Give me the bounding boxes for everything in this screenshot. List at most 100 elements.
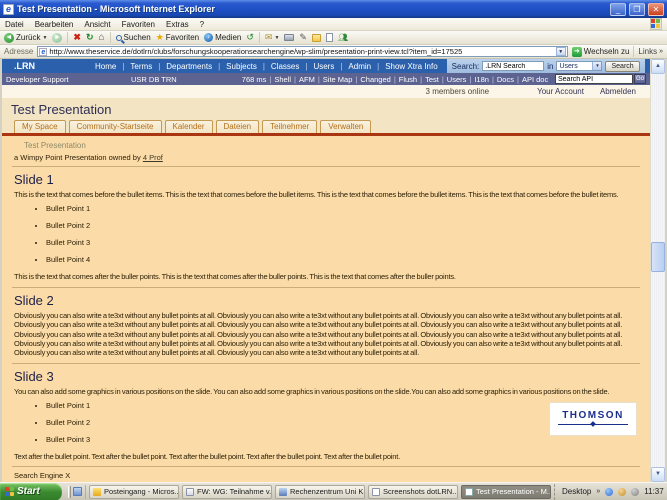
menu-bar: Datei Bearbeiten Ansicht Favoriten Extras? <box>0 18 667 31</box>
back-button[interactable]: ◄Zurück▼ <box>4 33 47 43</box>
favorites-button[interactable]: ★Favoriten <box>156 32 199 43</box>
search-scope-value: Users <box>559 63 577 70</box>
menu-item[interactable]: Favoriten <box>122 20 155 29</box>
discuss-button[interactable] <box>312 34 321 42</box>
breadcrumb: Test Presentation <box>12 138 640 152</box>
navbar-link[interactable]: Admin <box>345 62 382 71</box>
research-button[interactable] <box>326 33 333 42</box>
back-dropdown-icon[interactable]: ▼ <box>42 35 47 41</box>
edit-button[interactable]: ✎ <box>299 32 307 43</box>
search-submit-button[interactable]: Search <box>605 61 639 72</box>
taskbar-button[interactable]: Screenshots dotLRN... <box>368 485 458 499</box>
developer-links: 768 msShellAFMSite MapChangedFlushTestUs… <box>241 75 555 84</box>
navbar-link[interactable]: Terms <box>127 62 163 71</box>
quick-launch <box>65 485 86 499</box>
developer-link[interactable]: Site Map <box>323 75 361 84</box>
search-scope-select[interactable]: Users ▼ <box>556 61 602 71</box>
forward-button[interactable]: ► <box>52 33 62 43</box>
bullet-item: Bullet Point 1 <box>46 204 640 213</box>
developer-link[interactable]: 768 ms <box>242 75 275 84</box>
community-tabs: My SpaceCommunity-StartseiteKalenderDate… <box>11 120 650 133</box>
desktop-toolbar-label[interactable]: Desktop <box>562 487 591 496</box>
tray-icon-volume[interactable] <box>618 488 626 496</box>
menu-item[interactable]: Bearbeiten <box>35 20 74 29</box>
forward-icon: ► <box>52 33 62 43</box>
developer-link[interactable]: Flush <box>399 75 425 84</box>
developer-link[interactable]: I18n <box>474 75 497 84</box>
your-account-link[interactable]: Your Account <box>537 87 584 96</box>
lrn-search-input[interactable] <box>482 61 544 71</box>
developer-link[interactable]: Test <box>425 75 447 84</box>
search-toolbar-button[interactable]: Suchen <box>116 33 151 42</box>
scroll-down-arrow[interactable]: ▼ <box>651 467 665 482</box>
scroll-up-arrow[interactable]: ▲ <box>651 59 665 74</box>
tab[interactable]: Dateien <box>216 120 260 133</box>
messenger-button[interactable]: 👥︎ <box>338 33 348 42</box>
minimize-button[interactable]: _ <box>610 3 626 16</box>
taskbar-button[interactable]: Rechenzentrum Uni K... <box>275 485 365 499</box>
home-button[interactable]: ⌂ <box>99 32 105 43</box>
links-toolbar[interactable]: Links» <box>638 47 663 56</box>
menu-item[interactable]: Ansicht <box>84 20 110 29</box>
navbar-link[interactable]: Home <box>92 62 127 71</box>
taskbar-button[interactable]: Test Presentation - M... <box>461 485 551 499</box>
go-button[interactable]: ➜Wechseln zu <box>572 47 630 57</box>
quick-launch-icon[interactable] <box>73 487 82 496</box>
edit-icon: ✎ <box>299 32 307 43</box>
navbar-link[interactable]: Classes <box>268 62 311 71</box>
stop-button[interactable]: ✖ <box>73 32 81 43</box>
history-button[interactable]: ↺ <box>246 32 254 43</box>
tray-icon-misc[interactable] <box>631 488 639 496</box>
developer-link[interactable]: Shell <box>274 75 299 84</box>
divider <box>12 166 640 167</box>
menu-item[interactable]: Extras <box>166 20 189 29</box>
address-dropdown-icon[interactable]: ▼ <box>556 47 566 56</box>
mail-button[interactable]: ✉▼ <box>265 32 280 43</box>
toolbar-grip[interactable] <box>68 486 71 498</box>
start-button[interactable]: Start <box>0 483 62 500</box>
dotlrn-logo[interactable]: .LRN <box>2 59 92 73</box>
tab[interactable]: Verwalten <box>320 120 371 133</box>
developer-link[interactable]: AFM <box>299 75 323 84</box>
navbar-link[interactable]: Show Xtra Info <box>382 62 446 71</box>
navbar-links: HomeTermsDepartmentsSubjectsClassesUsers… <box>92 59 447 73</box>
taskbar-button[interactable]: FW: WG: Teilnahme v... <box>182 485 272 499</box>
navbar-link[interactable]: Departments <box>163 62 223 71</box>
developer-link[interactable]: Changed <box>360 75 398 84</box>
maximize-button[interactable]: ❐ <box>629 3 645 16</box>
url-input[interactable] <box>49 47 553 56</box>
tray-icon-network[interactable] <box>605 488 613 496</box>
chevron-right-icon[interactable]: » <box>596 488 600 495</box>
owner-link[interactable]: 4 Prof <box>143 153 163 162</box>
developer-link[interactable]: Docs <box>497 75 522 84</box>
menu-item[interactable]: Datei <box>5 20 24 29</box>
mail-icon: ✉ <box>265 32 273 43</box>
print-button[interactable] <box>284 34 294 41</box>
scrollbar-track[interactable] <box>651 74 665 467</box>
developer-support-link[interactable]: Developer Support <box>6 75 131 84</box>
menu-item[interactable]: ? <box>200 20 204 29</box>
tab[interactable]: Teilnehmer <box>262 120 317 133</box>
tab[interactable]: Community-Startseite <box>69 120 162 133</box>
logout-link[interactable]: Abmelden <box>600 87 636 96</box>
chevron-down-icon: ▼ <box>592 62 601 70</box>
clock[interactable]: 11:37 <box>644 487 663 496</box>
tab[interactable]: Kalender <box>165 120 213 133</box>
api-search-input[interactable] <box>555 74 633 84</box>
taskbar-button[interactable]: Posteingang - Micros... <box>89 485 179 499</box>
close-button[interactable]: ✕ <box>648 3 664 16</box>
developer-link[interactable]: Users <box>447 75 475 84</box>
api-go-button[interactable]: Go <box>634 74 646 84</box>
slide-2-section: Slide 2 Obviously you can also write a t… <box>12 293 640 364</box>
taskbar-button-label: Test Presentation - M... <box>476 487 551 496</box>
navbar-link[interactable]: Users <box>310 62 345 71</box>
tab[interactable]: My Space <box>14 120 66 133</box>
developer-link[interactable]: API doc <box>522 75 554 84</box>
navbar-link[interactable]: Subjects <box>223 62 268 71</box>
refresh-button[interactable]: ↻ <box>86 32 94 43</box>
scrollbar-thumb[interactable] <box>651 242 665 272</box>
ie-document-icon: e <box>3 4 14 15</box>
taskbar-button-label: Screenshots dotLRN... <box>383 487 458 496</box>
media-button[interactable]: ♪Medien <box>204 33 241 42</box>
mail-dropdown-icon[interactable]: ▼ <box>274 35 279 41</box>
